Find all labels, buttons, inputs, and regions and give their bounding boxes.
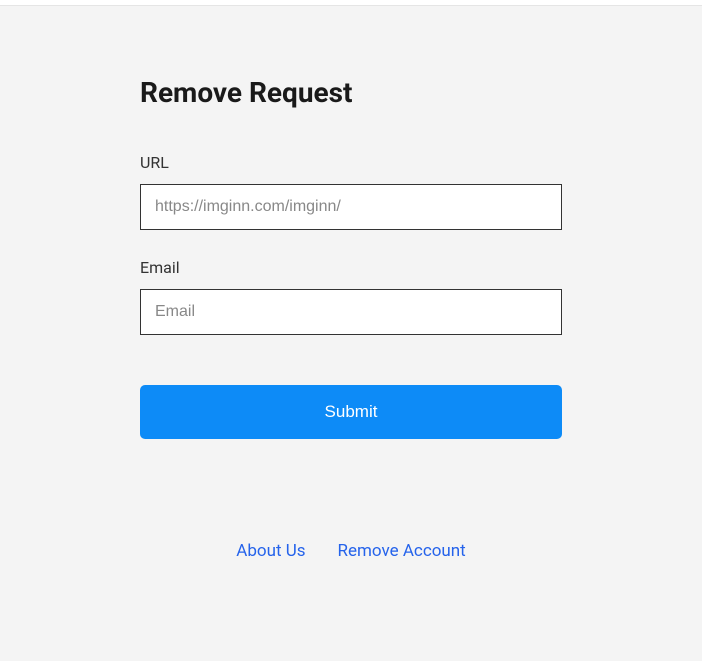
email-label: Email — [140, 258, 562, 277]
url-form-group: URL — [140, 153, 562, 230]
page-title: Remove Request — [140, 76, 562, 109]
main-container: Remove Request URL Email Submit — [0, 6, 702, 439]
email-input[interactable] — [140, 289, 562, 335]
url-input[interactable] — [140, 184, 562, 230]
remove-account-link[interactable]: Remove Account — [338, 541, 466, 561]
url-label: URL — [140, 153, 562, 172]
footer: About Us Remove Account — [0, 541, 702, 561]
email-form-group: Email — [140, 258, 562, 335]
about-us-link[interactable]: About Us — [236, 541, 305, 561]
submit-button[interactable]: Submit — [140, 385, 562, 439]
